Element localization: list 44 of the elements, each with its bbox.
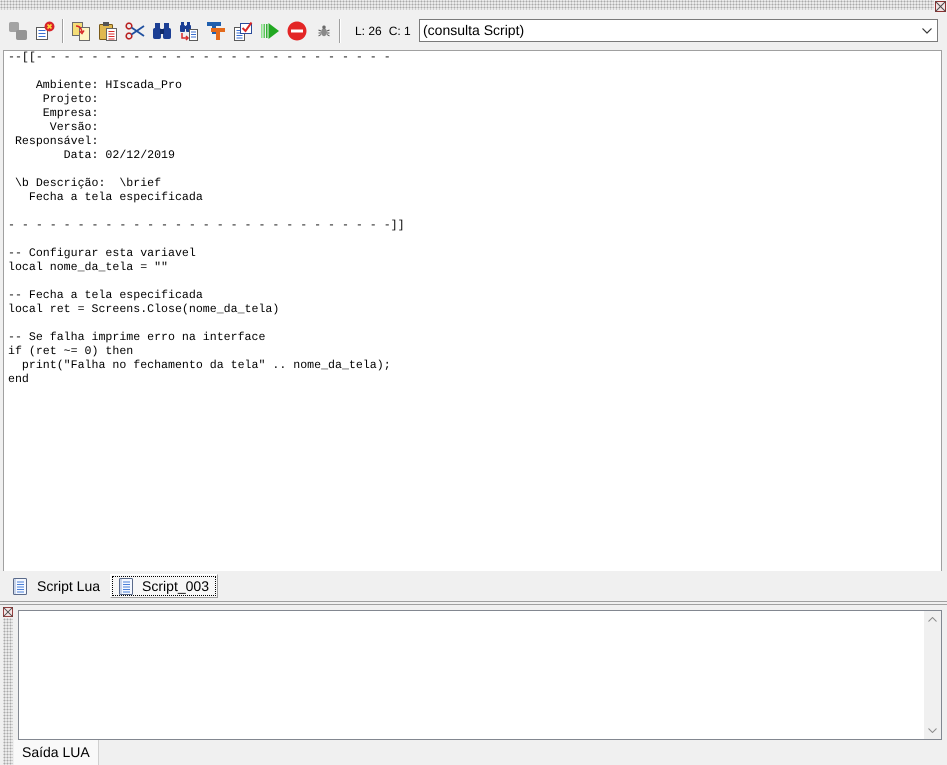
- code-line: print("Falha no fechamento da tela" .. nome_da_tela);: [20, 359, 391, 373]
- document-delete-icon[interactable]: [35, 20, 55, 40]
- grip-bar[interactable]: [0, 0, 934, 10]
- chevron-down-icon[interactable]: [922, 28, 932, 34]
- code-line: Versão:: [48, 121, 98, 135]
- column-number-label: C: 1: [388, 22, 411, 40]
- stop-icon[interactable]: [287, 20, 307, 40]
- output-field[interactable]: [18, 610, 942, 740]
- bug-icon[interactable]: [318, 24, 330, 36]
- close-icon[interactable]: [3, 607, 13, 617]
- code-line: Projeto:: [42, 93, 98, 107]
- editor-tab[interactable]: Script_003: [110, 574, 218, 598]
- scissors-icon[interactable]: [125, 20, 145, 40]
- code-line: local ret = Screens.Close(nome_da_tela): [8, 303, 280, 317]
- code-line: -- Fecha a tela especificada: [8, 289, 203, 303]
- code-line: Fecha a tela especificada: [28, 191, 203, 205]
- code-line: -- Se falha imprime erro na interface: [8, 331, 266, 345]
- binoculars-icon[interactable]: [152, 20, 172, 40]
- code-line: -- Configurar esta variavel: [8, 247, 196, 261]
- function-dropdown[interactable]: (consulta Script): [419, 19, 938, 42]
- scrollbar[interactable]: [924, 611, 941, 739]
- code-line: Ambiente: HIscada_Pro: [34, 79, 182, 93]
- code-line: - - - - - - - - - - - - - - - - - - - - - - - - - - - -]]: [8, 219, 405, 233]
- chevron-up-icon[interactable]: [928, 617, 937, 622]
- code-line: local nome_da_tela = "": [8, 261, 168, 275]
- code-line: \b Descrição: \brief: [14, 177, 162, 191]
- font-icon[interactable]: [206, 20, 226, 40]
- document-icon: [119, 578, 134, 594]
- code-line: Responsável:: [14, 135, 98, 149]
- output-tab[interactable]: Saída LUA: [14, 740, 99, 765]
- code-line: --[[- - - - - - - - - - - - - - - - - - - - - - - - - -: [8, 51, 391, 65]
- play-icon[interactable]: [260, 20, 280, 40]
- code-line: Data: 02/12/2019: [62, 149, 175, 163]
- copy-icon[interactable]: [71, 20, 91, 40]
- line-number-label: L: 26: [355, 22, 382, 40]
- close-icon[interactable]: [935, 1, 946, 12]
- code-line: Empresa:: [42, 107, 98, 121]
- clipboard-icon[interactable]: [98, 20, 118, 40]
- checklist-icon[interactable]: [233, 20, 253, 40]
- grip-bar[interactable]: [3, 618, 13, 765]
- code-line: if (ret ~= 0) then: [8, 345, 134, 359]
- binoculars-document-icon[interactable]: [179, 20, 199, 40]
- document-icon: [13, 578, 27, 594]
- code-line: end: [8, 373, 29, 387]
